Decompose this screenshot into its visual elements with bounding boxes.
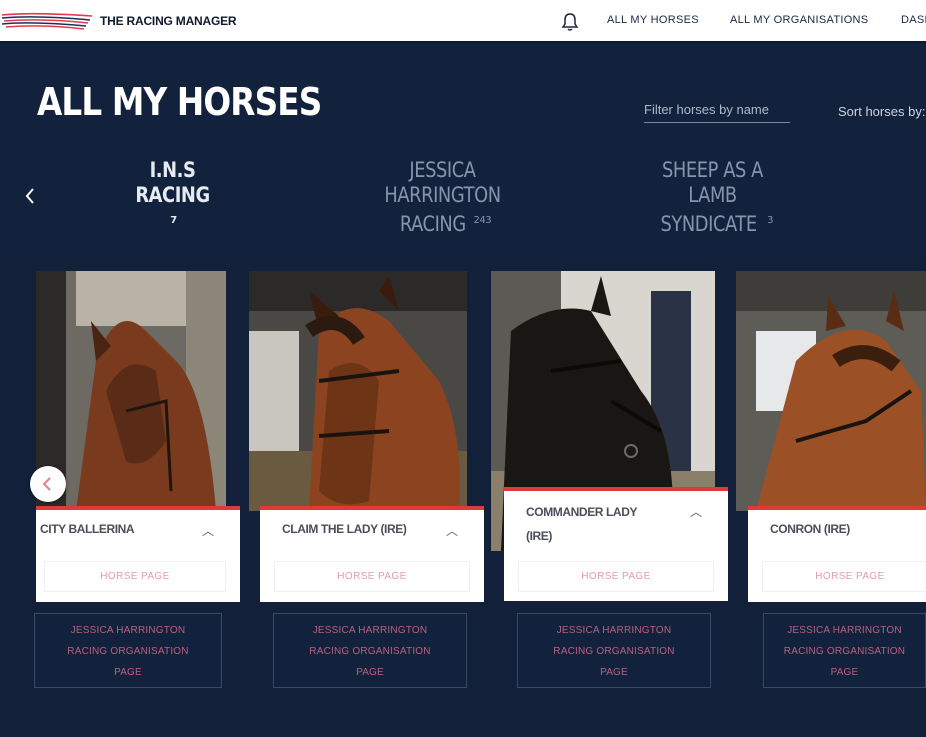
nav-all-my-organisations[interactable]: ALL MY ORGANISATIONS [730,14,868,26]
chevron-left-icon [42,477,51,491]
organisation-page-button[interactable]: JESSICA HARRINGTON RACING ORGANISATION P… [517,613,711,688]
org-tab-label-line1: JESSICA HARRINGTON [384,158,501,207]
org-tab-sheep-as-a-lamb[interactable]: SHEEP AS A LAMB SYNDICATE 3 [625,158,800,237]
org-page-line1: JESSICA HARRINGTON [787,625,902,636]
org-tab-label-line2: RACING [399,212,466,236]
notification-bell-icon[interactable] [561,12,579,32]
collapse-chevron-icon[interactable]: ︿ [690,503,702,520]
carousel-prev-button[interactable] [30,466,66,502]
horse-photo[interactable] [736,271,926,511]
horse-info-box: COMMANDER LADY (IRE) ︿ HORSE PAGE [504,487,728,601]
horse-info-box: CITY BALLERINA ︿ HORSE PAGE [36,506,240,602]
horse-name: CITY BALLERINA [40,522,135,536]
organisation-page-button[interactable]: JESSICA HARRINGTON RACING ORGANISATION P… [34,613,222,688]
horse-page-button[interactable]: HORSE PAGE [762,561,926,592]
top-navbar: THE RACING MANAGER ALL MY HORSES ALL MY … [0,0,926,43]
nav-dashboard[interactable]: DASH [901,14,926,26]
org-page-line2: RACING ORGANISATION [553,646,675,657]
org-page-line3: PAGE [114,667,142,678]
org-tab-label-line2: SYNDICATE [660,212,757,236]
horse-photo[interactable] [249,271,467,511]
org-tab-ins-racing[interactable]: I.N.S RACING 7 [100,158,245,237]
horse-page-button[interactable]: HORSE PAGE [518,561,714,592]
horse-name: CONRON (IRE) [770,522,850,536]
horse-name: CLAIM THE LADY (IRE) [282,522,407,536]
org-page-line2: RACING ORGANISATION [783,646,906,657]
page-title: ALL MY HORSES [37,80,322,124]
org-page-line2: RACING ORGANISATION [67,646,189,657]
filter-horses-input[interactable] [644,98,790,120]
organisation-page-button[interactable]: JESSICA HARRINGTON RACING ORGANISATION P… [273,613,467,688]
horse-page-button[interactable]: HORSE PAGE [274,561,470,592]
horse-name-line1: COMMANDER LADY [526,505,638,519]
filter-horses-field[interactable] [644,98,790,123]
org-tab-label-line1: SHEEP AS A LAMB [662,158,763,207]
org-page-line1: JESSICA HARRINGTON [70,625,186,636]
nav-all-my-horses[interactable]: ALL MY HORSES [607,14,699,26]
horse-info-box: CONRON (IRE) HORSE PAGE [748,506,926,602]
horse-name-line2: (IRE) [526,529,552,543]
org-tab-jessica-harrington[interactable]: JESSICA HARRINGTON RACING 243 [335,158,550,237]
collapse-chevron-icon[interactable]: ︿ [446,522,458,539]
brand-name[interactable]: THE RACING MANAGER [100,14,237,28]
collapse-chevron-icon[interactable]: ︿ [202,522,214,539]
org-prev-chevron-icon[interactable] [22,185,38,207]
horse-info-box: CLAIM THE LADY (IRE) ︿ HORSE PAGE [260,506,484,602]
org-tab-count: 243 [473,215,492,226]
sort-horses-label[interactable]: Sort horses by: [838,104,925,119]
org-page-line3: PAGE [830,667,859,678]
horse-page-button[interactable]: HORSE PAGE [44,561,226,592]
org-tab-label: I.N.S RACING [135,158,210,207]
racing-logo-icon[interactable] [2,9,92,33]
org-tab-count: 3 [767,215,774,226]
org-page-line3: PAGE [356,667,384,678]
org-page-line3: PAGE [600,667,628,678]
org-page-line1: JESSICA HARRINGTON [312,625,428,636]
organisation-page-button[interactable]: JESSICA HARRINGTON RACING ORGANISATION P… [763,613,926,688]
org-page-line2: RACING ORGANISATION [309,646,431,657]
org-page-line1: JESSICA HARRINGTON [556,625,672,636]
org-tab-count: 7 [170,215,177,226]
